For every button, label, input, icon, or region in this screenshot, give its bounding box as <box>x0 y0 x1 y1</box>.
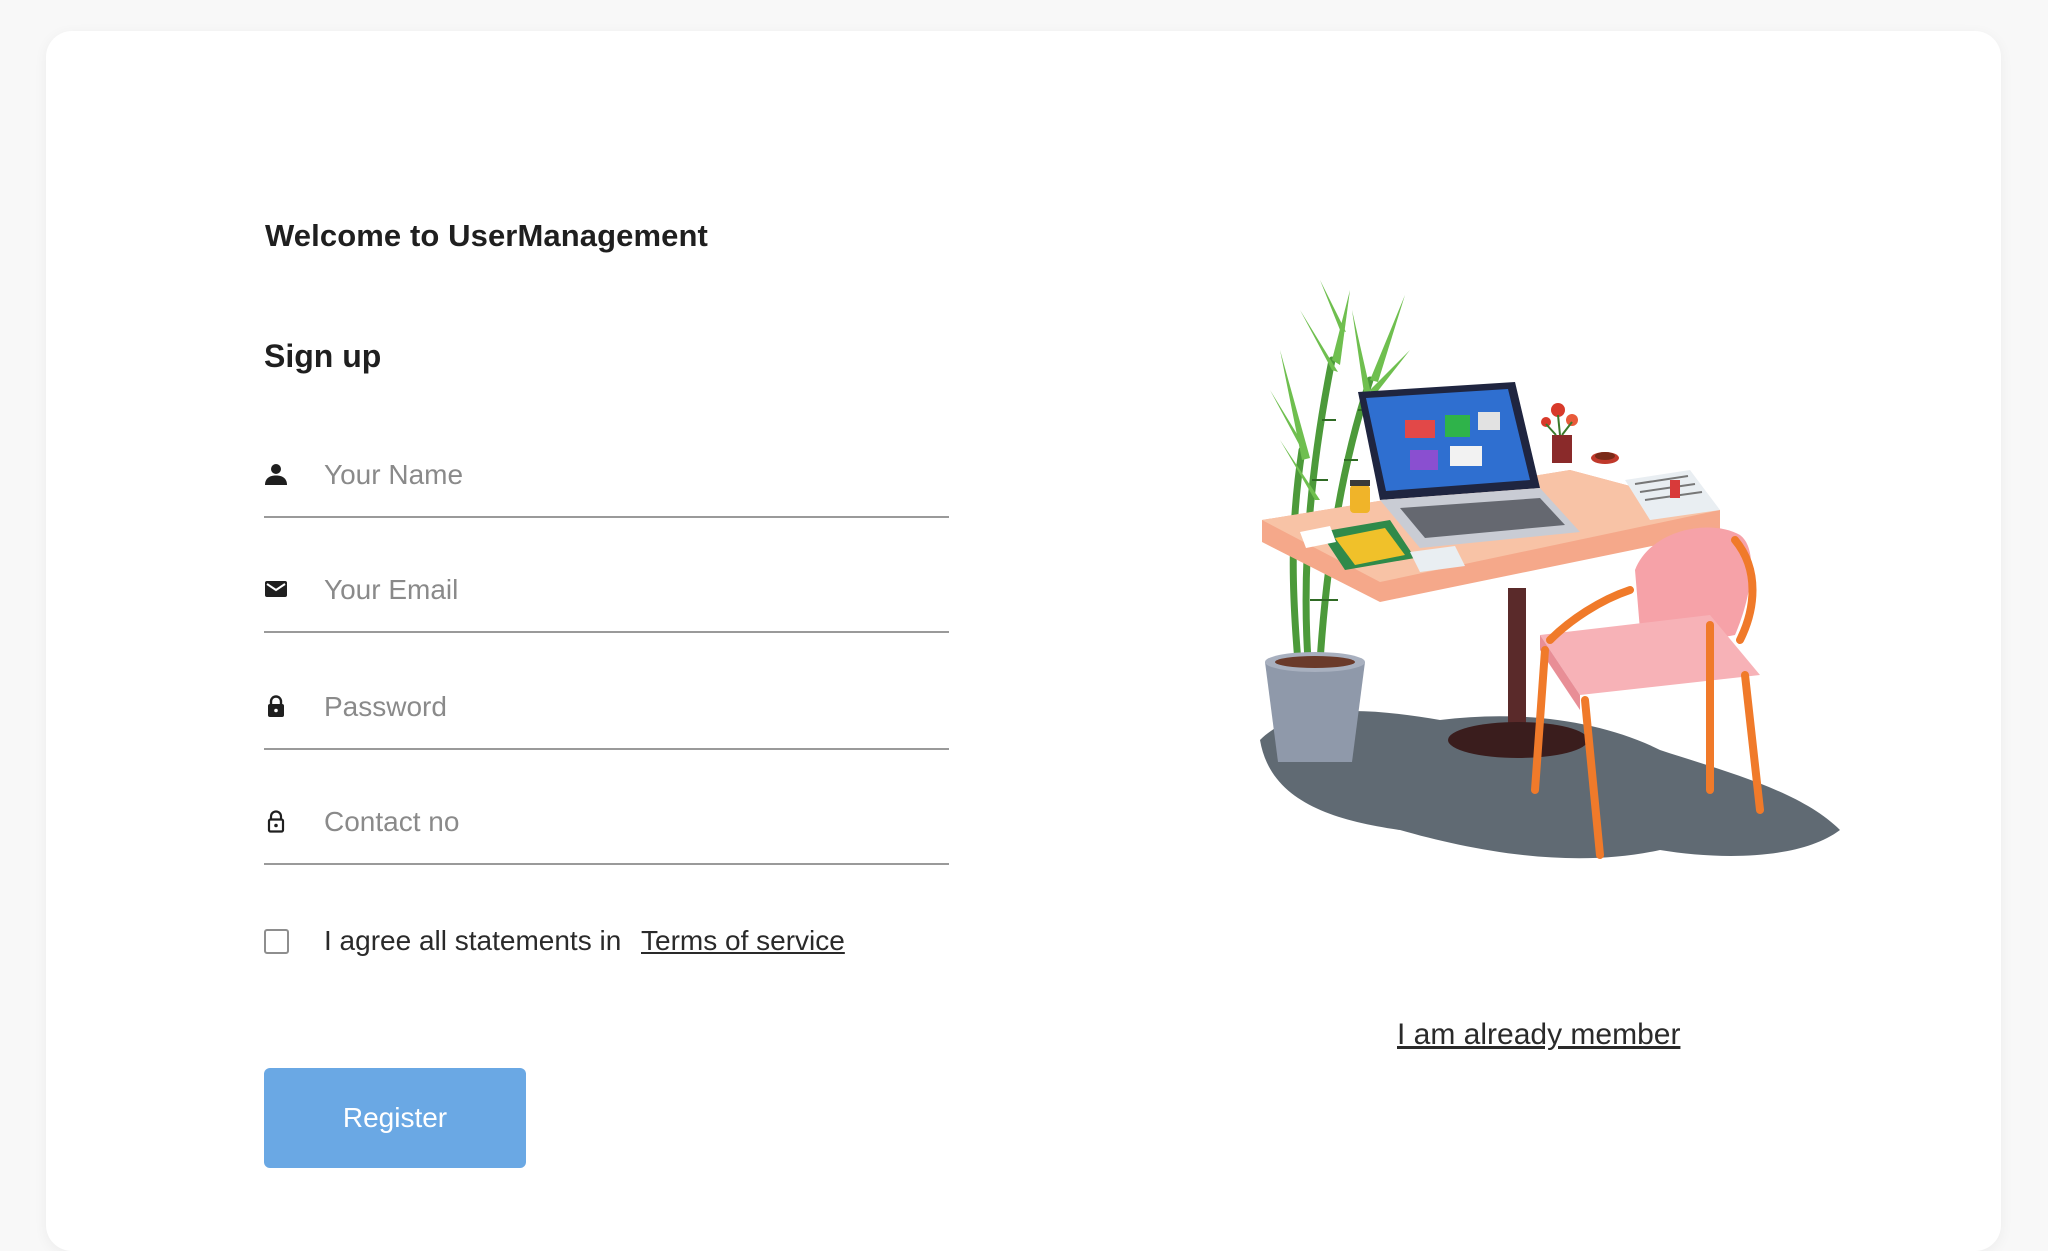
name-field <box>264 452 949 518</box>
agree-label: I agree all statements in <box>324 925 622 956</box>
name-input[interactable] <box>324 452 924 498</box>
lock-icon <box>264 694 288 718</box>
agree-checkbox[interactable] <box>264 929 289 954</box>
envelope-icon <box>264 577 288 601</box>
register-button[interactable]: Register <box>264 1068 526 1168</box>
desk-workspace-illustration <box>1240 270 1860 910</box>
person-icon <box>264 462 288 486</box>
password-input[interactable] <box>324 684 924 730</box>
terms-of-service-link[interactable]: Terms of service <box>641 925 845 957</box>
email-input[interactable] <box>324 567 924 613</box>
contact-input[interactable] <box>324 799 924 845</box>
contact-field <box>264 799 949 865</box>
welcome-heading: Welcome to UserManagement <box>265 218 708 253</box>
email-field <box>264 567 949 633</box>
lock-outline-icon <box>264 809 288 833</box>
already-member-link[interactable]: I am already member <box>1397 1018 1680 1052</box>
password-field <box>264 684 949 750</box>
page-title: Sign up <box>264 338 382 374</box>
